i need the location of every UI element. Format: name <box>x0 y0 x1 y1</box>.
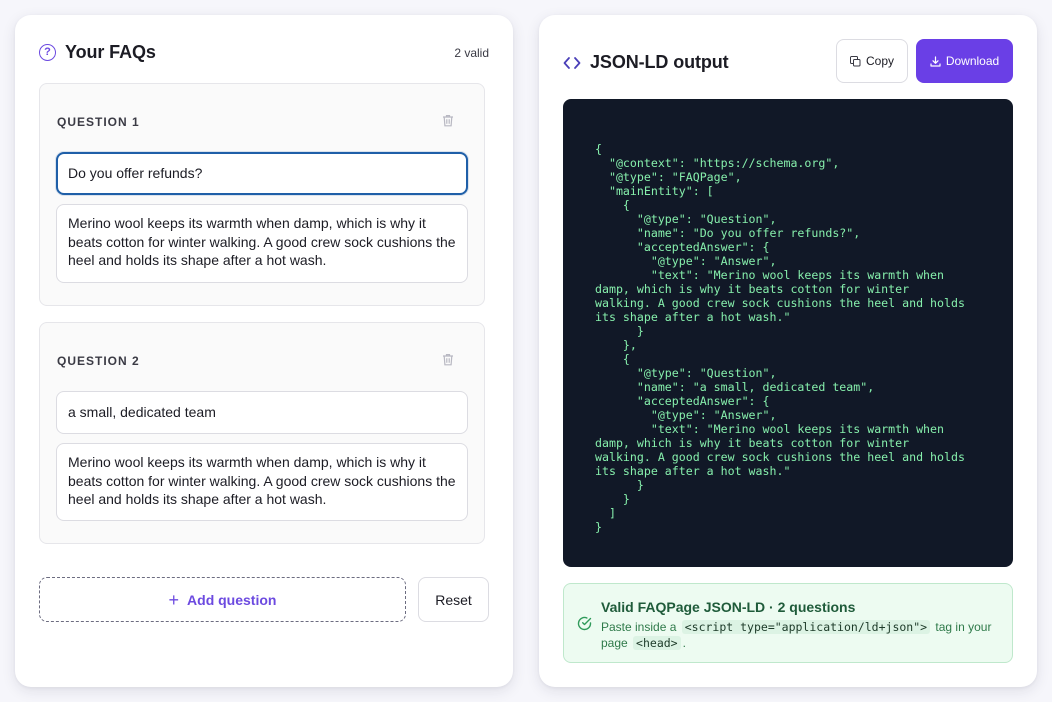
validation-description: Paste inside a <script type="application… <box>601 619 1001 651</box>
json-output-title: JSON-LD output <box>590 52 729 72</box>
reset-button[interactable]: Reset <box>418 577 489 622</box>
question-input[interactable]: a small, dedicated team <box>56 391 468 434</box>
head-tag-code: <head> <box>633 636 681 650</box>
question-label: QUESTION 2 <box>57 354 140 368</box>
json-ld-code: { "@context": "https://schema.org", "@ty… <box>595 142 965 534</box>
trash-icon[interactable] <box>442 114 454 127</box>
script-tag-code: <script type="application/ld+json"> <box>681 620 931 634</box>
add-question-label: Add question <box>187 591 277 608</box>
answer-textarea[interactable]: Merino wool keeps its warmth when damp, … <box>56 204 468 283</box>
trash-icon[interactable] <box>442 353 454 366</box>
copy-label: Copy <box>865 54 894 68</box>
question-card: QUESTION 2 a small, dedicated team Merin… <box>39 322 485 544</box>
json-output-panel: JSON-LD output Copy Download { "@context… <box>539 15 1037 687</box>
download-button[interactable]: Download <box>916 39 1013 83</box>
download-label: Download <box>945 54 1000 68</box>
download-icon <box>930 55 941 67</box>
json-output-header: JSON-LD output <box>563 52 729 73</box>
valid-count-badge: 2 valid <box>454 46 489 60</box>
validation-title: Valid FAQPage JSON-LD · 2 questions <box>601 599 856 615</box>
copy-button[interactable]: Copy <box>836 39 908 83</box>
json-ld-code-block: { "@context": "https://schema.org", "@ty… <box>563 99 1013 567</box>
faq-editor-header: ? Your FAQs <box>39 42 156 63</box>
faq-editor-title: Your FAQs <box>65 42 156 62</box>
copy-icon <box>849 55 861 66</box>
question-card: QUESTION 1 Do you offer refunds? Merino … <box>39 83 485 306</box>
add-question-button[interactable]: + Add question <box>39 577 406 622</box>
plus-icon: + <box>168 589 180 610</box>
answer-textarea[interactable]: Merino wool keeps its warmth when damp, … <box>56 443 468 521</box>
validation-text: Paste inside a <box>601 620 677 634</box>
faq-editor-panel: ? Your FAQs 2 valid QUESTION 1 Do you of… <box>15 15 513 687</box>
code-brackets-icon <box>563 56 581 70</box>
question-input[interactable]: Do you offer refunds? <box>56 152 468 195</box>
question-label: QUESTION 1 <box>57 115 140 129</box>
validation-text: . <box>682 636 686 650</box>
question-circle-icon: ? <box>39 44 56 61</box>
validation-status: Valid FAQPage JSON-LD · 2 questions Past… <box>563 583 1013 663</box>
check-circle-icon <box>577 616 592 631</box>
